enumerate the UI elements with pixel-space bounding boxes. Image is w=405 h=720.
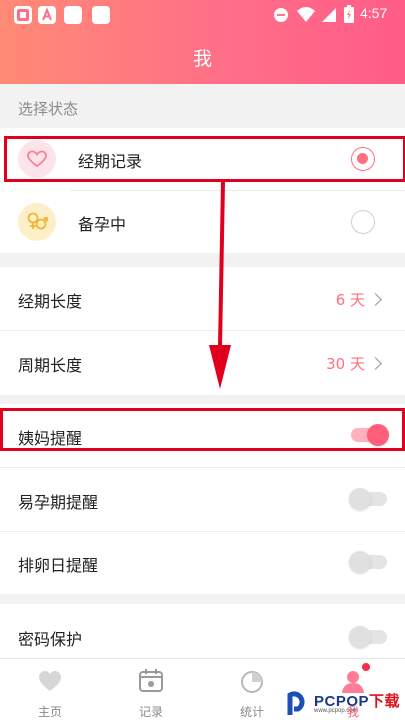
- reminder-toggle[interactable]: [349, 551, 387, 573]
- app-icon: [64, 6, 82, 24]
- watermark-url: www.pcpop.com: [314, 708, 358, 714]
- app-header: 4:57 我: [0, 0, 405, 84]
- wifi-icon: [297, 7, 315, 22]
- annotation-arrow: [209, 182, 231, 389]
- reminder-row-fertile: 易孕期提醒: [0, 468, 405, 531]
- watermark: PCPOP下载 www.pcpop.com: [280, 684, 405, 720]
- reminder-label: 排卵日提醒: [18, 556, 99, 575]
- setting-row-period-length[interactable]: 经期长度 6 天: [0, 267, 405, 330]
- reminder-row-ovulation: 排卵日提醒: [0, 532, 405, 594]
- page-title: 我: [192, 48, 212, 70]
- notification-badge: [362, 663, 370, 671]
- section-label-status: 选择状态: [18, 100, 79, 118]
- heart-tab-icon: [39, 671, 61, 691]
- chart-tab-icon: [241, 671, 263, 693]
- length-settings-card: 经期长度 6 天 周期长度 30 天: [0, 267, 405, 395]
- privacy-card: 密码保护: [0, 604, 405, 660]
- status-time: 4:57: [360, 5, 388, 21]
- do-not-disturb-icon: [274, 8, 288, 22]
- privacy-label: 密码保护: [18, 630, 83, 649]
- setting-label: 经期长度: [18, 292, 83, 311]
- tab-record[interactable]: 记录: [101, 659, 201, 720]
- setting-label: 周期长度: [18, 356, 83, 375]
- signal-icon: [322, 8, 336, 22]
- battery-icon: [344, 5, 354, 23]
- app-icon: [92, 6, 110, 24]
- status-option-radio[interactable]: [351, 210, 375, 234]
- tab-label: 主页: [37, 705, 62, 719]
- tab-home[interactable]: 主页: [0, 659, 100, 720]
- highlight-box-period-reminder: [0, 408, 405, 451]
- reminder-label: 易孕期提醒: [18, 493, 99, 512]
- status-option-trying[interactable]: 备孕中: [0, 191, 405, 253]
- watermark-logo-icon: [287, 691, 305, 715]
- setting-value: 6 天: [335, 291, 365, 309]
- chevron-right-icon: [369, 357, 382, 370]
- status-option-label: 备孕中: [78, 215, 127, 234]
- tab-label: 记录: [138, 705, 163, 719]
- chevron-right-icon: [369, 293, 382, 306]
- password-toggle[interactable]: [349, 626, 387, 648]
- highlight-box-period-record: [4, 136, 405, 182]
- setting-value: 30 天: [326, 355, 365, 373]
- gender-icon: [18, 203, 56, 241]
- status-bar: 4:57: [0, 0, 405, 30]
- reminder-toggle[interactable]: [349, 488, 387, 510]
- notification-icon: [14, 6, 32, 24]
- setting-row-cycle-length[interactable]: 周期长度 30 天: [0, 331, 405, 395]
- calendar-tab-icon: [139, 669, 163, 692]
- app-a-icon: [38, 6, 56, 24]
